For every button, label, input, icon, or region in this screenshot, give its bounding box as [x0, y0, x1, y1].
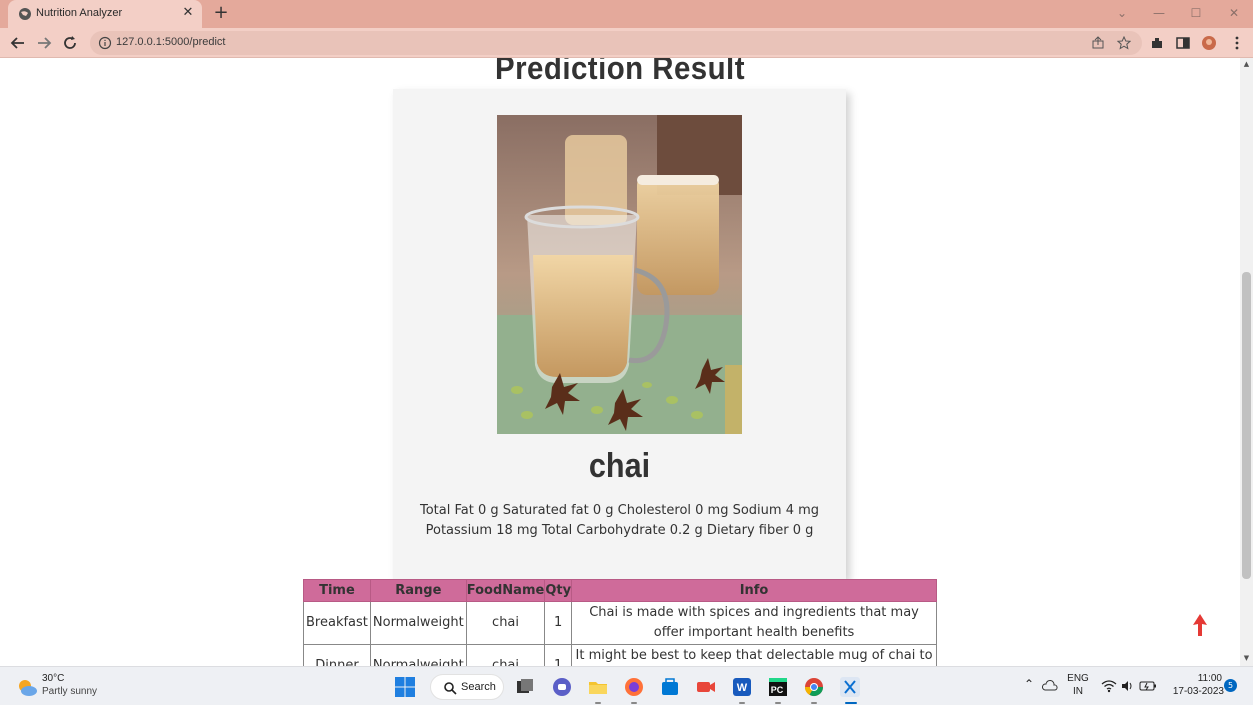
- column-header-info: Info: [571, 579, 937, 602]
- taskbar-search[interactable]: Search: [430, 674, 504, 700]
- side-panel-icon[interactable]: [1175, 35, 1191, 51]
- result-card: chai Total Fat 0 g Saturated fat 0 g Cho…: [393, 89, 846, 579]
- teams-chat-icon[interactable]: [551, 676, 573, 698]
- word-icon[interactable]: W: [731, 676, 753, 698]
- search-icon: [444, 682, 457, 695]
- maximize-button[interactable]: ☐: [1184, 4, 1208, 22]
- bookmark-star-icon[interactable]: [1117, 36, 1131, 50]
- column-header-qty: Qty: [544, 579, 573, 602]
- scrollbar-thumb[interactable]: [1242, 272, 1251, 579]
- cell-range: Normalweight: [369, 601, 467, 645]
- extensions-icon[interactable]: [1149, 35, 1165, 51]
- scroll-down-icon[interactable]: ▼: [1242, 654, 1251, 663]
- tab-search-icon[interactable]: ⌄: [1110, 4, 1134, 22]
- task-view-icon[interactable]: [514, 676, 536, 698]
- language-code[interactable]: ENG: [1066, 673, 1090, 684]
- running-indicator: [775, 702, 781, 704]
- cell-qty: 1: [544, 644, 573, 666]
- column-header-time: Time: [303, 579, 371, 602]
- language-region[interactable]: IN: [1066, 686, 1090, 697]
- menu-kebab-icon[interactable]: [1229, 35, 1245, 51]
- back-icon[interactable]: [9, 34, 27, 52]
- share-icon[interactable]: [1091, 36, 1105, 50]
- column-header-range: Range: [369, 579, 467, 602]
- profile-avatar-icon[interactable]: [1201, 35, 1217, 51]
- cell-time: Breakfast: [303, 601, 371, 645]
- running-indicator: [595, 702, 601, 704]
- svg-text:PC: PC: [771, 685, 784, 695]
- wifi-icon[interactable]: [1101, 679, 1117, 693]
- tab-close-icon[interactable]: ✕: [180, 5, 196, 21]
- weather-temperature[interactable]: 30°C: [42, 673, 64, 684]
- active-indicator: [845, 702, 857, 704]
- partly-sunny-icon[interactable]: [16, 676, 38, 698]
- clock-date[interactable]: 17-03-2023: [1162, 686, 1224, 697]
- notification-badge[interactable]: 5: [1224, 679, 1237, 692]
- windows-start-icon[interactable]: [394, 676, 416, 698]
- food-name: chai: [588, 447, 651, 485]
- diet-plan-table: Time Range FoodName Qty Info Breakfast N…: [303, 579, 937, 666]
- page-content: Prediction Result chai Total Fat 0 g Sat…: [0, 58, 1240, 666]
- running-indicator: [739, 702, 745, 704]
- cell-food: chai: [465, 601, 546, 645]
- table-header-row: Time Range FoodName Qty Info: [303, 579, 937, 602]
- onedrive-cloud-icon[interactable]: [1042, 679, 1058, 693]
- nutrition-line: Potassium 18 mg Total Carbohydrate 0.2 g…: [425, 523, 814, 538]
- reload-icon[interactable]: [61, 34, 79, 52]
- back-to-top-arrow-icon[interactable]: [1191, 613, 1209, 637]
- browser-tab-bar: Nutrition Analyzer ✕ + ⌄ — ☐ ✕: [0, 0, 1253, 28]
- forward-icon[interactable]: [35, 34, 53, 52]
- running-indicator: [811, 702, 817, 704]
- nutrition-line: Total Fat 0 g Saturated fat 0 g Choleste…: [419, 503, 820, 518]
- snipping-tool-icon[interactable]: [839, 676, 861, 698]
- vertical-scrollbar[interactable]: ▲ ▼: [1240, 58, 1253, 666]
- page-title: Prediction Result: [495, 58, 745, 86]
- volume-icon[interactable]: [1120, 679, 1134, 693]
- running-indicator: [631, 702, 637, 704]
- search-label: Search: [461, 681, 496, 693]
- cell-qty: 1: [544, 601, 573, 645]
- cell-food: chai: [465, 644, 546, 666]
- cell-range: Normalweight: [369, 644, 467, 666]
- file-explorer-icon[interactable]: [587, 676, 609, 698]
- chrome-icon[interactable]: [803, 676, 825, 698]
- new-tab-button[interactable]: +: [212, 4, 230, 22]
- column-header-foodname: FoodName: [465, 579, 546, 602]
- cell-info: Chai is made with spices and ingredients…: [571, 601, 937, 645]
- weather-description[interactable]: Partly sunny: [42, 686, 97, 697]
- close-window-button[interactable]: ✕: [1222, 4, 1246, 22]
- browser-tab[interactable]: Nutrition Analyzer ✕: [8, 0, 202, 28]
- cell-info: It might be best to keep that delectable…: [571, 644, 937, 666]
- site-info-icon[interactable]: [98, 36, 112, 50]
- address-bar[interactable]: 127.0.0.1:5000/predict: [90, 31, 1142, 55]
- minimize-button[interactable]: —: [1147, 4, 1171, 22]
- firefox-icon[interactable]: [623, 676, 645, 698]
- nutrition-facts: Total Fat 0 g Saturated fat 0 g Choleste…: [413, 501, 826, 541]
- microsoft-store-icon[interactable]: [659, 676, 681, 698]
- tray-chevron-up-icon[interactable]: ⌃: [1024, 677, 1034, 691]
- svg-text:W: W: [737, 682, 748, 694]
- cell-time: Dinner: [303, 644, 371, 666]
- camera-app-icon[interactable]: [695, 676, 717, 698]
- table-row: Dinner Normalweight chai 1 It might be b…: [303, 644, 937, 666]
- windows-taskbar: 30°C Partly sunny Search W PC ⌃ ENG IN 1…: [0, 666, 1253, 705]
- pycharm-icon[interactable]: PC: [767, 676, 789, 698]
- battery-icon[interactable]: [1139, 679, 1157, 693]
- tab-title: Nutrition Analyzer: [36, 7, 123, 19]
- table-row: Breakfast Normalweight chai 1 Chai is ma…: [303, 601, 937, 645]
- browser-toolbar: 127.0.0.1:5000/predict: [0, 28, 1253, 58]
- globe-icon: [19, 8, 31, 20]
- scroll-up-icon[interactable]: ▲: [1242, 60, 1251, 69]
- food-image: [497, 115, 742, 434]
- clock-time[interactable]: 11:00: [1168, 673, 1222, 684]
- url-text[interactable]: 127.0.0.1:5000/predict: [116, 36, 225, 48]
